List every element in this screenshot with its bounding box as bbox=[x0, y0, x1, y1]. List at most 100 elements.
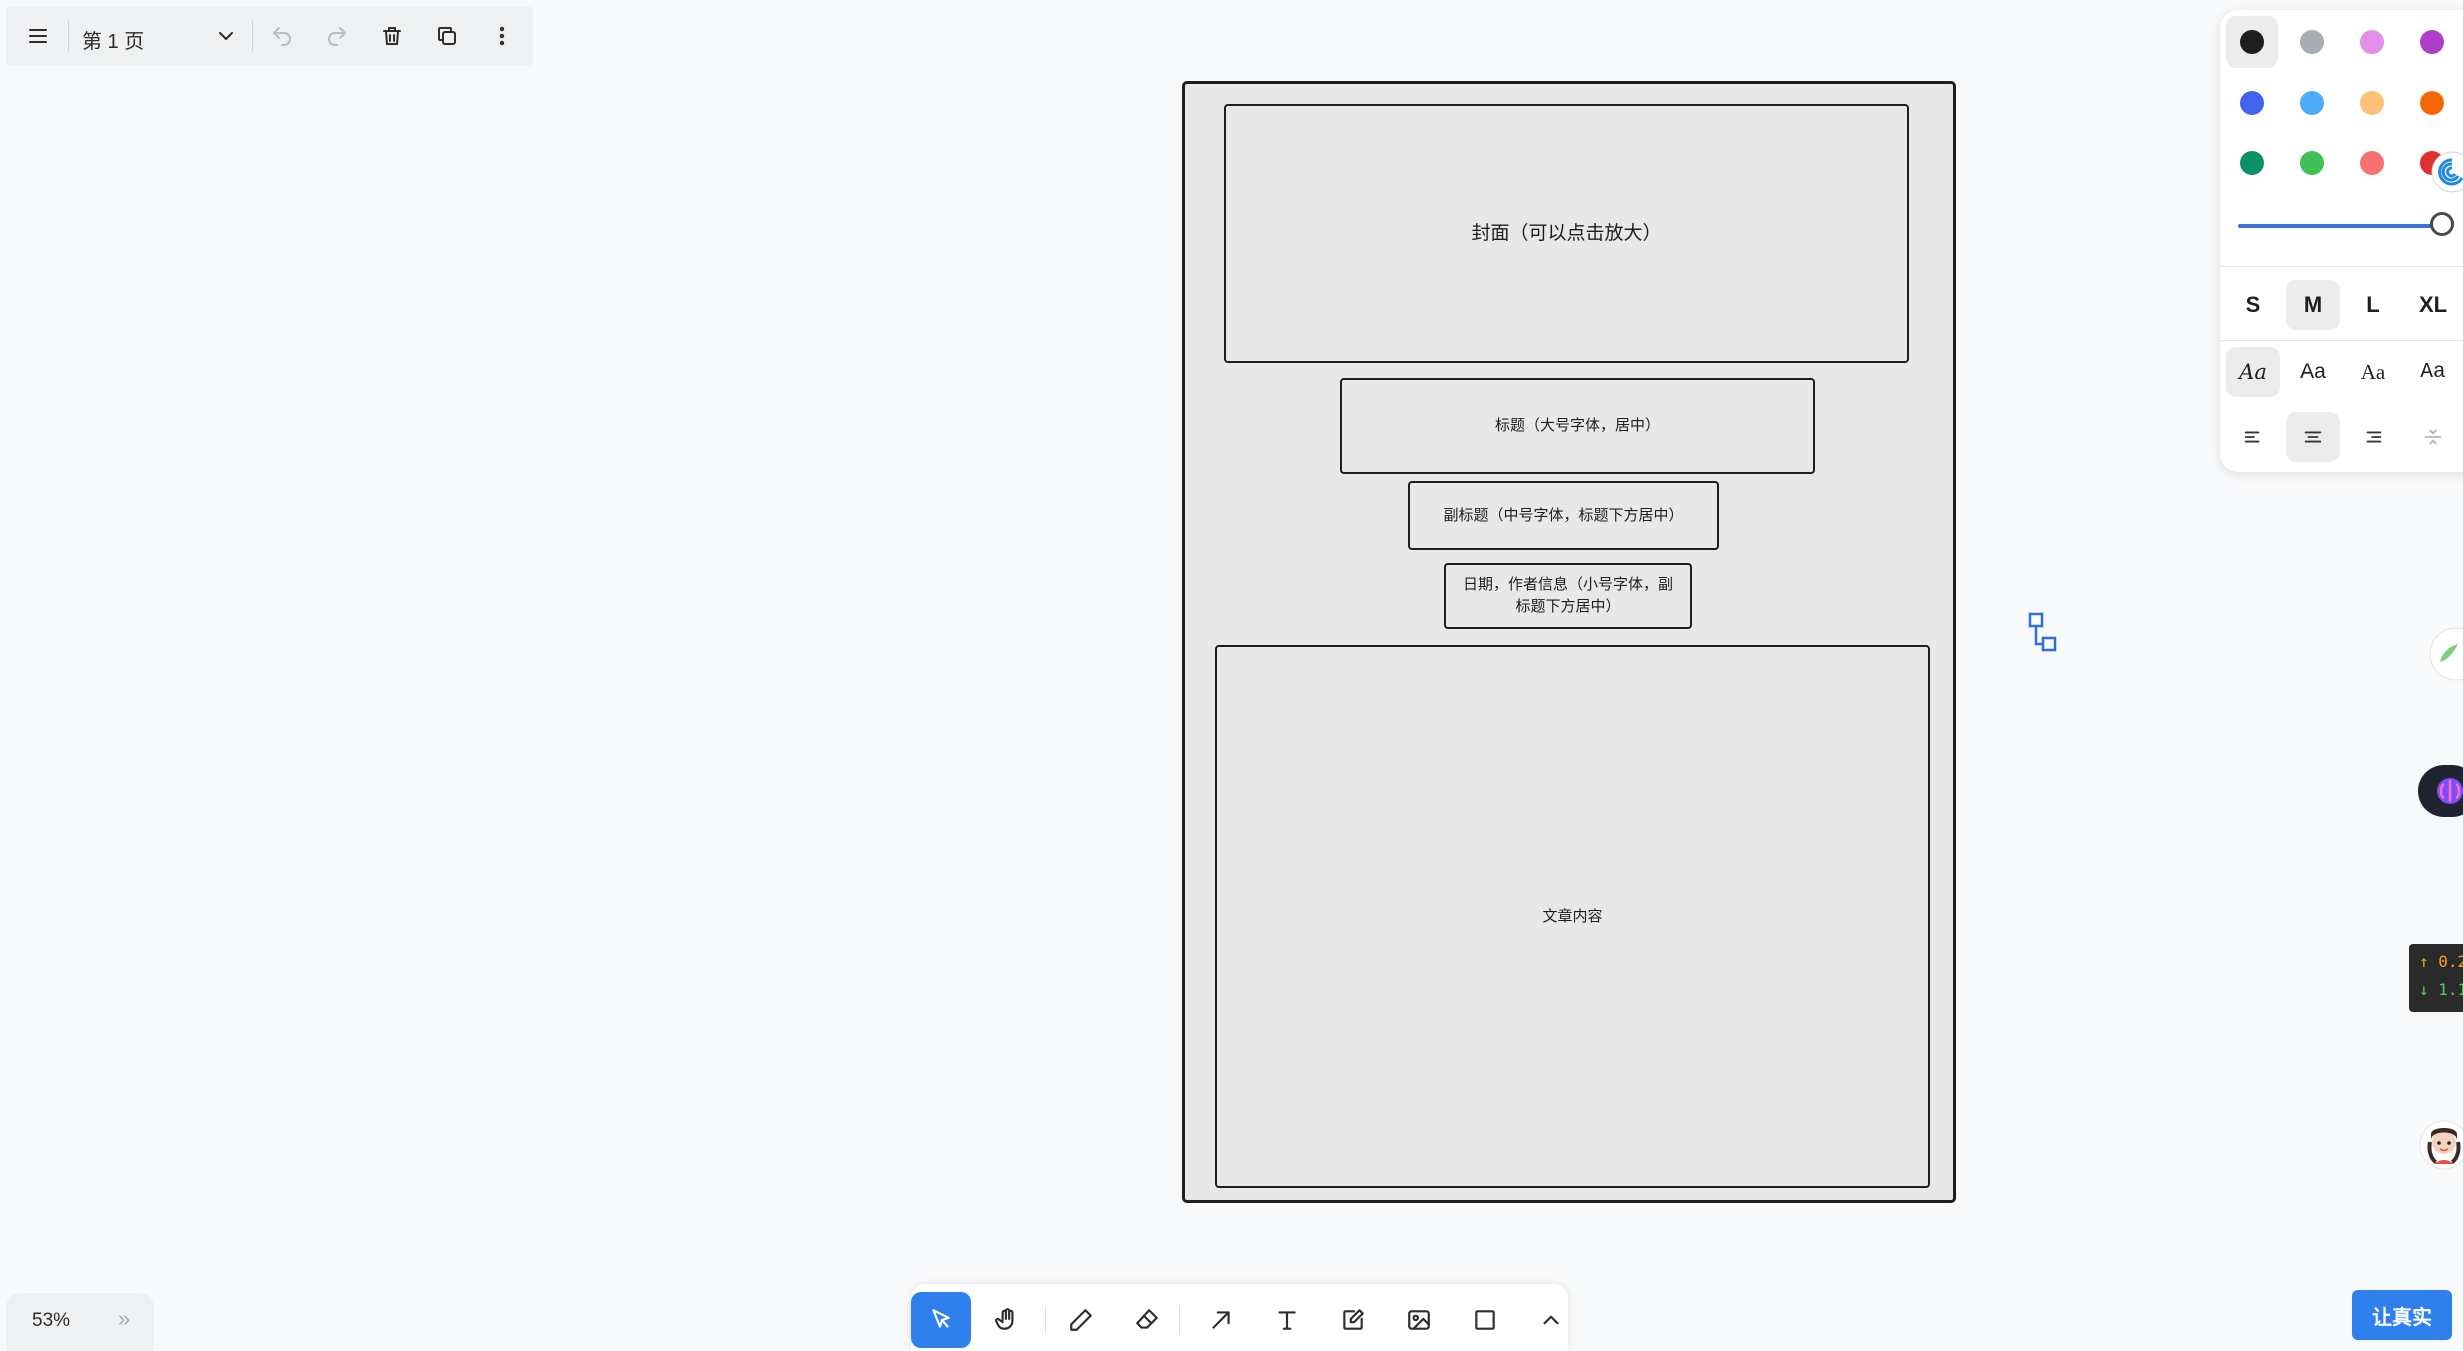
delete-button[interactable] bbox=[372, 16, 412, 56]
color-dot bbox=[2300, 30, 2324, 54]
panel-divider bbox=[2220, 340, 2463, 341]
color-swatch-light-green[interactable] bbox=[2286, 137, 2338, 189]
stats-up-text: ↑ 0.2 bbox=[2419, 952, 2463, 971]
more-options-button[interactable] bbox=[482, 16, 522, 56]
redo-button[interactable] bbox=[317, 16, 357, 56]
color-swatch-yellow[interactable] bbox=[2346, 77, 2398, 129]
font-option-draw[interactable]: Aa bbox=[2226, 347, 2280, 397]
chevron-down-icon bbox=[219, 32, 233, 40]
zoom-control[interactable]: 53% » bbox=[6, 1293, 154, 1351]
tool-bar bbox=[911, 1284, 1568, 1351]
color-swatch-light-violet[interactable] bbox=[2346, 16, 2398, 68]
color-dot bbox=[2360, 151, 2384, 175]
align-center-button[interactable] bbox=[2286, 412, 2340, 462]
color-swatch-grey[interactable] bbox=[2286, 16, 2338, 68]
rectangle-tool-button[interactable] bbox=[1455, 1292, 1515, 1348]
size-label: L bbox=[2366, 292, 2380, 317]
opacity-slider-track[interactable] bbox=[2238, 224, 2438, 228]
align-left-button[interactable] bbox=[2226, 412, 2280, 462]
arrow-icon bbox=[1212, 1311, 1230, 1329]
subtitle-box[interactable]: 副标题（中号字体，标题下方居中） bbox=[1408, 481, 1719, 550]
font-label: Aa bbox=[2360, 359, 2386, 384]
select-tool-button[interactable] bbox=[911, 1292, 971, 1348]
note-edit-icon bbox=[1343, 1309, 1364, 1330]
leaf-icon[interactable] bbox=[2426, 626, 2463, 687]
page-selector-label[interactable]: 第 1 页 bbox=[82, 25, 144, 54]
color-dot bbox=[2360, 91, 2384, 115]
cover-label: 封面（可以点击放大） bbox=[1471, 222, 1662, 244]
duplicate-icon bbox=[438, 27, 456, 45]
stats-down-text: ↓ 1.1 bbox=[2419, 980, 2463, 999]
align-right-button[interactable] bbox=[2346, 412, 2400, 462]
color-swatch-blue[interactable] bbox=[2226, 77, 2278, 129]
size-option-xl[interactable]: XL bbox=[2406, 280, 2460, 330]
image-icon bbox=[1408, 1310, 1430, 1330]
page-dropdown-button[interactable] bbox=[206, 16, 246, 56]
color-swatch-black[interactable] bbox=[2226, 16, 2278, 68]
text-tool-button[interactable] bbox=[1257, 1292, 1317, 1348]
color-dot bbox=[2300, 151, 2324, 175]
align-right-icon bbox=[2366, 431, 2382, 443]
make-real-label: 让真实 bbox=[2372, 1306, 2432, 1329]
eraser-tool-button[interactable] bbox=[1117, 1292, 1177, 1348]
page-toolbar: 第 1 页 bbox=[6, 6, 533, 66]
color-dot bbox=[2240, 91, 2264, 115]
vertical-align-icon bbox=[2424, 429, 2442, 445]
size-option-m[interactable]: M bbox=[2286, 280, 2340, 330]
content-label: 文章内容 bbox=[1542, 907, 1603, 925]
subtitle-label: 副标题（中号字体，标题下方居中） bbox=[1443, 506, 1684, 524]
title-box[interactable]: 标题（大号字体，居中） bbox=[1340, 378, 1815, 474]
pencil-icon bbox=[1070, 1309, 1092, 1331]
more-tools-button[interactable] bbox=[1521, 1292, 1581, 1348]
assistant-avatar[interactable] bbox=[2418, 1118, 2463, 1177]
arrow-tool-button[interactable] bbox=[1191, 1292, 1251, 1348]
font-option-mono[interactable]: Aa bbox=[2406, 347, 2460, 397]
undo-button[interactable] bbox=[262, 16, 302, 56]
duplicate-button[interactable] bbox=[427, 16, 467, 56]
menu-icon bbox=[29, 29, 47, 43]
opacity-slider-thumb[interactable] bbox=[2430, 212, 2454, 236]
text-icon bbox=[1278, 1311, 1296, 1330]
color-dot bbox=[2300, 91, 2324, 115]
font-option-sans[interactable]: Aa bbox=[2286, 347, 2340, 397]
make-real-button[interactable]: 让真实 bbox=[2352, 1290, 2452, 1340]
menu-button[interactable] bbox=[18, 16, 58, 56]
panel-divider bbox=[2220, 266, 2463, 267]
font-option-serif[interactable]: Aa bbox=[2346, 347, 2400, 397]
color-swatch-orange[interactable] bbox=[2406, 77, 2458, 129]
brain-ai-icon[interactable] bbox=[2414, 762, 2463, 825]
connector-handle-icon[interactable] bbox=[2028, 612, 2058, 659]
toolbar-divider bbox=[68, 20, 69, 52]
toolbar-divider bbox=[1179, 1306, 1180, 1334]
zoom-value[interactable]: 53% bbox=[32, 1310, 70, 1332]
color-swatch-violet[interactable] bbox=[2406, 16, 2458, 68]
font-label: Aa bbox=[2300, 360, 2326, 383]
color-swatch-light-blue[interactable] bbox=[2286, 77, 2338, 129]
cover-box[interactable]: 封面（可以点击放大） bbox=[1224, 104, 1909, 363]
cursor-icon bbox=[932, 1309, 950, 1328]
eraser-icon bbox=[1136, 1309, 1158, 1329]
toolbar-divider bbox=[1045, 1306, 1046, 1334]
size-option-l[interactable]: L bbox=[2346, 280, 2400, 330]
draw-tool-button[interactable] bbox=[1051, 1292, 1111, 1348]
align-center-icon bbox=[2304, 431, 2322, 443]
vertical-align-button[interactable] bbox=[2406, 412, 2460, 462]
meta-box[interactable]: 日期，作者信息（小号字体，副标题下方居中） bbox=[1444, 563, 1692, 629]
spiral-app-icon[interactable] bbox=[2426, 148, 2463, 201]
content-box[interactable]: 文章内容 bbox=[1215, 645, 1930, 1188]
hand-icon bbox=[995, 1308, 1014, 1330]
font-label: Aa bbox=[2420, 360, 2446, 384]
size-option-s[interactable]: S bbox=[2226, 280, 2280, 330]
hand-tool-button[interactable] bbox=[977, 1292, 1037, 1348]
size-label: XL bbox=[2418, 292, 2448, 317]
align-left-icon bbox=[2244, 431, 2260, 443]
more-vertical-icon bbox=[499, 26, 505, 46]
note-tool-button[interactable] bbox=[1323, 1292, 1383, 1348]
expand-chevron-icon[interactable]: » bbox=[118, 1306, 130, 1332]
image-tool-button[interactable] bbox=[1389, 1292, 1449, 1348]
size-label: M bbox=[2303, 292, 2323, 317]
color-swatch-light-red[interactable] bbox=[2346, 137, 2398, 189]
color-swatch-green[interactable] bbox=[2226, 137, 2278, 189]
color-dot bbox=[2420, 30, 2444, 54]
size-label: S bbox=[2245, 292, 2261, 317]
